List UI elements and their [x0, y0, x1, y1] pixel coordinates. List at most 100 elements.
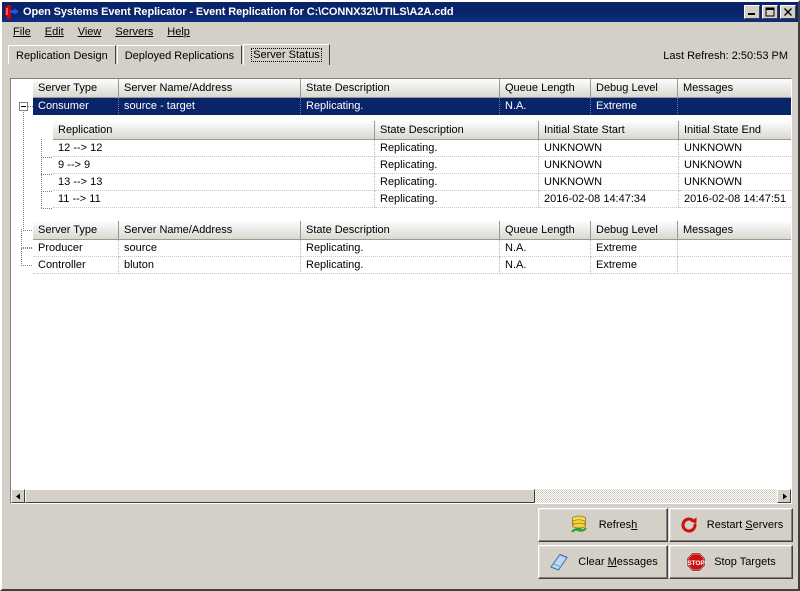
column-header-server-type[interactable]: Server Type [33, 221, 119, 240]
table-row[interactable]: Controller bluton Replicating. N.A. Extr… [33, 257, 791, 274]
menu-item-view[interactable]: View [71, 24, 109, 40]
window-title: Open Systems Event Replicator - Event Re… [23, 6, 744, 18]
restart-circular-arrow-icon [679, 515, 699, 535]
cell-initial-state-start: UNKNOWN [539, 157, 679, 174]
cell-queue-length: N.A. [500, 240, 591, 257]
maximize-button[interactable] [762, 5, 778, 19]
column-header-debug-level[interactable]: Debug Level [591, 221, 678, 240]
clear-messages-button-label: Clear Messages [578, 556, 658, 568]
cell-replication: 11 --> 11 [53, 191, 375, 208]
menu-item-help[interactable]: Help [160, 24, 197, 40]
menu-item-edit[interactable]: Edit [38, 24, 71, 40]
table-row[interactable]: 12 --> 12 Replicating. UNKNOWN UNKNOWN [53, 140, 791, 157]
table-row[interactable]: Producer source Replicating. N.A. Extrem… [33, 240, 791, 257]
cell-initial-state-start: UNKNOWN [539, 174, 679, 191]
table-row[interactable]: 11 --> 11 Replicating. 2016-02-08 14:47:… [53, 191, 791, 208]
column-header-initial-state-end[interactable]: Initial State End [679, 121, 791, 140]
table-row[interactable]: 9 --> 9 Replicating. UNKNOWN UNKNOWN [53, 157, 791, 174]
cell-server-name: source - target [119, 98, 301, 115]
table-row[interactable]: 13 --> 13 Replicating. UNKNOWN UNKNOWN [53, 174, 791, 191]
cell-queue-length: N.A. [500, 98, 591, 115]
cell-server-name: bluton [119, 257, 301, 274]
column-header-messages[interactable]: Messages [678, 221, 791, 240]
scrollbar-track[interactable] [25, 489, 777, 503]
cell-debug-level: Extreme [591, 98, 678, 115]
refresh-button[interactable]: Refresh [538, 508, 668, 542]
cell-debug-level: Extreme [591, 240, 678, 257]
tree-connector [41, 208, 53, 209]
tree-connector [21, 248, 33, 249]
tab-replication-design-label: Replication Design [16, 50, 108, 62]
clear-messages-button[interactable]: Clear Messages [538, 545, 668, 579]
cell-initial-state-start: 2016-02-08 14:47:34 [539, 191, 679, 208]
column-header-replication[interactable]: Replication [53, 121, 375, 140]
horizontal-scrollbar[interactable] [11, 489, 791, 503]
tab-server-status[interactable]: Server Status [243, 44, 330, 65]
minimize-button[interactable] [744, 5, 760, 19]
column-header-initial-state-start[interactable]: Initial State Start [539, 121, 679, 140]
column-header-queue-length[interactable]: Queue Length [500, 221, 591, 240]
menu-help-label: Help [167, 26, 190, 38]
tree-connector [23, 230, 33, 231]
menu-item-file[interactable]: File [6, 24, 38, 40]
column-header-state-description[interactable]: State Description [301, 79, 500, 98]
server-status-panel: Server Type Server Name/Address State De… [10, 78, 792, 504]
tree-connector [41, 191, 53, 192]
refresh-button-label: Refresh [599, 519, 638, 531]
cell-initial-state-end: UNKNOWN [679, 157, 791, 174]
server-grid-header-row: Server Type Server Name/Address State De… [33, 79, 791, 98]
column-header-queue-length[interactable]: Queue Length [500, 79, 591, 98]
cell-initial-state-start: UNKNOWN [539, 140, 679, 157]
cell-messages [678, 98, 791, 115]
cell-messages [678, 257, 791, 274]
restart-servers-button[interactable]: Restart Servers [669, 508, 793, 542]
column-header-state-description[interactable]: State Description [301, 221, 500, 240]
column-header-messages[interactable]: Messages [678, 79, 791, 98]
stop-targets-button[interactable]: STOP Stop Targets [669, 545, 793, 579]
menu-bar: File Edit View Servers Help [2, 22, 798, 42]
caption-button-group [744, 5, 796, 19]
cell-state-description: Replicating. [301, 257, 500, 274]
cell-replication: 12 --> 12 [53, 140, 375, 157]
cell-server-type: Consumer [33, 98, 119, 115]
scroll-right-arrow-icon[interactable] [777, 489, 791, 503]
tab-deployed-replications[interactable]: Deployed Replications [117, 45, 242, 64]
stop-targets-button-label: Stop Targets [714, 556, 776, 568]
server-grid-bottom: Server Type Server Name/Address State De… [33, 221, 791, 274]
expand-collapse-consumer-icon[interactable] [19, 102, 28, 111]
scroll-left-arrow-icon[interactable] [11, 489, 25, 503]
replication-grid-header-row: Replication State Description Initial St… [53, 121, 791, 140]
column-header-server-type[interactable]: Server Type [33, 79, 119, 98]
cell-debug-level: Extreme [591, 257, 678, 274]
tab-deployed-replications-label: Deployed Replications [125, 50, 234, 62]
cell-server-name: source [119, 240, 301, 257]
replication-grid: Replication State Description Initial St… [53, 121, 791, 208]
menu-servers-label: Servers [115, 26, 153, 38]
column-header-server-name[interactable]: Server Name/Address [119, 221, 301, 240]
server-grid-header-row-2: Server Type Server Name/Address State De… [33, 221, 791, 240]
cell-state-description: Replicating. [375, 140, 539, 157]
column-header-server-name[interactable]: Server Name/Address [119, 79, 301, 98]
cell-server-type: Controller [33, 257, 119, 274]
tree-connector [41, 139, 42, 209]
cell-initial-state-end: UNKNOWN [679, 174, 791, 191]
menu-view-label: View [78, 26, 102, 38]
menu-item-servers[interactable]: Servers [108, 24, 160, 40]
column-header-debug-level[interactable]: Debug Level [591, 79, 678, 98]
tab-replication-design[interactable]: Replication Design [8, 45, 116, 64]
database-refresh-icon [569, 514, 591, 536]
restart-servers-button-label: Restart Servers [707, 519, 783, 531]
scrollbar-thumb[interactable] [25, 489, 535, 503]
grid-area: Server Type Server Name/Address State De… [11, 79, 791, 489]
tree-connector [21, 265, 33, 266]
tree-connector [23, 112, 24, 230]
cell-state-description: Replicating. [375, 174, 539, 191]
last-refresh-label: Last Refresh: 2:50:53 PM [663, 50, 798, 64]
cell-state-description: Replicating. [375, 157, 539, 174]
table-row[interactable]: Consumer source - target Replicating. N.… [33, 98, 791, 115]
close-button[interactable] [780, 5, 796, 19]
column-header-repl-state-description[interactable]: State Description [375, 121, 539, 140]
cell-initial-state-end: UNKNOWN [679, 140, 791, 157]
command-button-bar: Refresh Restart Servers Clear Messag [538, 508, 792, 582]
menu-edit-label: Edit [45, 26, 64, 38]
